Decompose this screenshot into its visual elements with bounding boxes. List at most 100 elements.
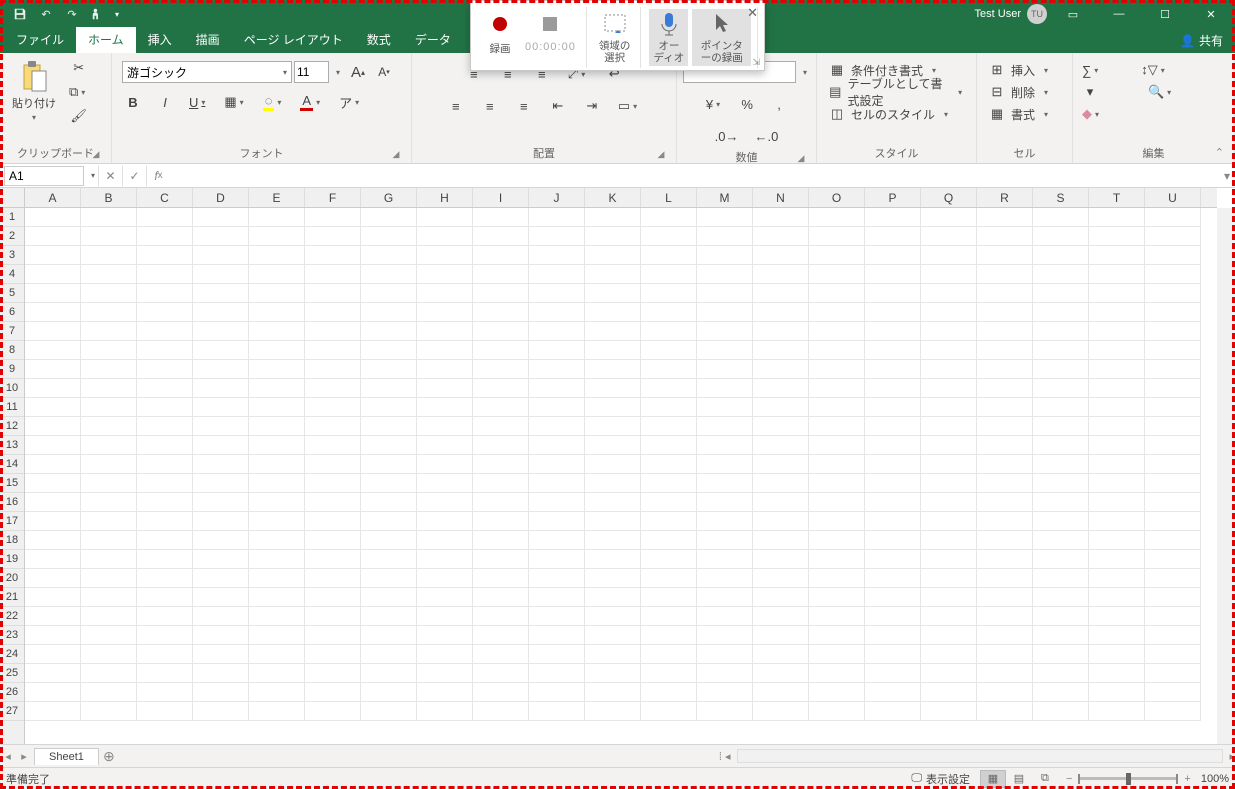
cell[interactable]: [193, 588, 249, 607]
cell[interactable]: [809, 493, 865, 512]
cell[interactable]: [809, 398, 865, 417]
cell[interactable]: [977, 550, 1033, 569]
cell[interactable]: [641, 664, 697, 683]
cell[interactable]: [697, 683, 753, 702]
cell[interactable]: [137, 645, 193, 664]
cell[interactable]: [137, 607, 193, 626]
cell[interactable]: [809, 512, 865, 531]
cell[interactable]: [1145, 588, 1201, 607]
cell[interactable]: [529, 626, 585, 645]
cell[interactable]: [977, 303, 1033, 322]
cell[interactable]: [753, 626, 809, 645]
cell[interactable]: [81, 531, 137, 550]
cell[interactable]: [305, 303, 361, 322]
cell[interactable]: [137, 626, 193, 645]
cell[interactable]: [809, 569, 865, 588]
cell[interactable]: [193, 265, 249, 284]
cell[interactable]: [81, 474, 137, 493]
cell[interactable]: [753, 360, 809, 379]
cell[interactable]: [529, 645, 585, 664]
cell[interactable]: [1145, 493, 1201, 512]
cell[interactable]: [641, 436, 697, 455]
cell[interactable]: [137, 493, 193, 512]
cell[interactable]: [809, 265, 865, 284]
spreadsheet-grid[interactable]: ABCDEFGHIJKLMNOPQRSTU 123456789101112131…: [0, 188, 1235, 744]
cell[interactable]: [473, 303, 529, 322]
col-header[interactable]: I: [473, 188, 529, 207]
cell[interactable]: [1145, 664, 1201, 683]
touch-mode-icon[interactable]: [86, 3, 110, 25]
cell[interactable]: [529, 455, 585, 474]
cell[interactable]: [753, 398, 809, 417]
cell[interactable]: [81, 246, 137, 265]
cell[interactable]: [1089, 588, 1145, 607]
cell[interactable]: [1033, 208, 1089, 227]
cell[interactable]: [529, 531, 585, 550]
cell[interactable]: [697, 550, 753, 569]
cell[interactable]: [585, 341, 641, 360]
cell[interactable]: [1089, 398, 1145, 417]
cell[interactable]: [529, 379, 585, 398]
cell[interactable]: [865, 284, 921, 303]
cell[interactable]: [1089, 607, 1145, 626]
cell[interactable]: [249, 417, 305, 436]
cell[interactable]: [753, 588, 809, 607]
cell[interactable]: [529, 683, 585, 702]
cell[interactable]: [361, 398, 417, 417]
cell[interactable]: [305, 493, 361, 512]
cell[interactable]: [641, 341, 697, 360]
cell[interactable]: [361, 664, 417, 683]
cell[interactable]: [81, 284, 137, 303]
cell[interactable]: [417, 303, 473, 322]
cell[interactable]: [473, 208, 529, 227]
cell[interactable]: [25, 284, 81, 303]
cell[interactable]: [137, 664, 193, 683]
cell[interactable]: [753, 284, 809, 303]
cell[interactable]: [1033, 322, 1089, 341]
col-header[interactable]: B: [81, 188, 137, 207]
cell[interactable]: [193, 379, 249, 398]
cell[interactable]: [137, 322, 193, 341]
row-header[interactable]: 6: [0, 303, 24, 322]
cell[interactable]: [697, 436, 753, 455]
cell[interactable]: [1145, 360, 1201, 379]
cell[interactable]: [305, 702, 361, 721]
cell[interactable]: [193, 322, 249, 341]
cell[interactable]: [865, 569, 921, 588]
tab-描画[interactable]: 描画: [184, 27, 232, 53]
cell[interactable]: [25, 360, 81, 379]
cell[interactable]: [641, 246, 697, 265]
cell[interactable]: [473, 360, 529, 379]
cell[interactable]: [585, 626, 641, 645]
cell[interactable]: [361, 455, 417, 474]
cell[interactable]: [81, 379, 137, 398]
cell[interactable]: [585, 607, 641, 626]
cell[interactable]: [977, 474, 1033, 493]
cell[interactable]: [529, 569, 585, 588]
cell[interactable]: [585, 512, 641, 531]
cell[interactable]: [585, 303, 641, 322]
cell[interactable]: [1033, 417, 1089, 436]
cell[interactable]: [641, 398, 697, 417]
cell[interactable]: [1033, 531, 1089, 550]
cell[interactable]: [697, 322, 753, 341]
cell[interactable]: [81, 455, 137, 474]
cell[interactable]: [865, 474, 921, 493]
row-header[interactable]: 2: [0, 227, 24, 246]
cell[interactable]: [1033, 246, 1089, 265]
cell[interactable]: [977, 683, 1033, 702]
cell[interactable]: [473, 398, 529, 417]
cell[interactable]: [753, 512, 809, 531]
cell[interactable]: [641, 474, 697, 493]
cell[interactable]: [417, 436, 473, 455]
cell[interactable]: [137, 474, 193, 493]
cell[interactable]: [1033, 227, 1089, 246]
cell[interactable]: [865, 398, 921, 417]
cell[interactable]: [865, 360, 921, 379]
cell[interactable]: [361, 322, 417, 341]
cell[interactable]: [529, 588, 585, 607]
cell[interactable]: [641, 493, 697, 512]
cell[interactable]: [585, 474, 641, 493]
cell[interactable]: [641, 645, 697, 664]
cell[interactable]: [1145, 474, 1201, 493]
